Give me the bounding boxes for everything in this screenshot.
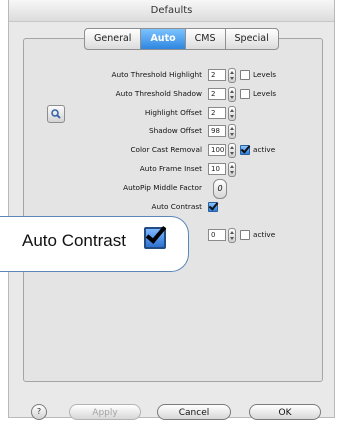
- auto-threshold-shadow-field[interactable]: 2: [208, 88, 226, 100]
- color-cast-removal-field[interactable]: 100: [208, 144, 226, 156]
- autopip-middle-factor-dial[interactable]: 0: [213, 179, 227, 199]
- color-cast-removal-stepper[interactable]: [228, 143, 236, 158]
- levels-shadow-label: Levels: [253, 89, 277, 98]
- cancel-button[interactable]: Cancel: [157, 404, 231, 420]
- highlight-offset-stepper[interactable]: [228, 106, 236, 121]
- tab-special[interactable]: Special: [226, 29, 278, 49]
- shadow-offset-stepper[interactable]: [228, 124, 236, 139]
- partial-active-label: active: [253, 230, 276, 239]
- help-button[interactable]: ?: [31, 404, 47, 420]
- magnified-auto-contrast-checkbox: [144, 227, 166, 249]
- partial-stepper[interactable]: [228, 228, 236, 243]
- row-auto-threshold-highlight: Auto Threshold Highlight 2 Levels: [24, 68, 322, 83]
- tab-bar: General Auto CMS Special: [84, 28, 279, 50]
- levels-highlight-checkbox[interactable]: [240, 70, 250, 80]
- tab-general[interactable]: General: [85, 29, 142, 49]
- tab-cms[interactable]: CMS: [186, 29, 226, 49]
- shadow-offset-field[interactable]: 98: [208, 125, 226, 137]
- magnified-auto-contrast-label: Auto Contrast: [22, 231, 126, 250]
- magnifier-callout: Auto Contrast: [0, 216, 189, 272]
- partial-active-checkbox[interactable]: [240, 230, 250, 240]
- apply-button[interactable]: Apply: [69, 404, 141, 420]
- auto-frame-inset-field[interactable]: 10: [208, 163, 226, 175]
- highlight-offset-label: Highlight Offset: [144, 108, 202, 117]
- row-auto-threshold-shadow: Auto Threshold Shadow 2 Levels: [24, 87, 322, 102]
- auto-settings-panel: Auto Threshold Highlight 2 Levels Auto T…: [23, 38, 323, 382]
- auto-threshold-highlight-stepper[interactable]: [228, 68, 236, 83]
- autopip-middle-factor-label: AutoPip Middle Factor: [123, 183, 202, 192]
- auto-threshold-shadow-stepper[interactable]: [228, 87, 236, 102]
- auto-threshold-shadow-label: Auto Threshold Shadow: [115, 89, 202, 98]
- levels-highlight-label: Levels: [253, 70, 277, 79]
- auto-frame-inset-stepper[interactable]: [228, 162, 236, 177]
- auto-contrast-checkbox[interactable]: [208, 202, 218, 212]
- shadow-offset-label: Shadow Offset: [148, 126, 202, 135]
- color-cast-active-label: active: [253, 145, 276, 154]
- ok-button[interactable]: OK: [249, 404, 321, 420]
- color-cast-active-checkbox[interactable]: [240, 145, 250, 155]
- color-cast-removal-label: Color Cast Removal: [130, 145, 202, 154]
- row-auto-contrast: Auto Contrast: [24, 201, 322, 215]
- tab-auto[interactable]: Auto: [141, 29, 186, 49]
- partial-field[interactable]: 0: [208, 229, 226, 241]
- question-icon: ?: [36, 407, 42, 416]
- defaults-window: Defaults General Auto CMS Special Auto T…: [8, 0, 335, 420]
- row-autopip-middle-factor: AutoPip Middle Factor 0: [24, 179, 322, 199]
- row-highlight-offset: Highlight Offset 2: [24, 106, 322, 121]
- row-shadow-offset: Shadow Offset 98: [24, 124, 322, 139]
- highlight-offset-field[interactable]: 2: [208, 107, 226, 119]
- auto-threshold-highlight-field[interactable]: 2: [208, 69, 226, 81]
- window-title: Defaults: [9, 0, 334, 22]
- row-auto-frame-inset: Auto Frame Inset 10: [24, 162, 322, 177]
- row-color-cast-removal: Color Cast Removal 100 active: [24, 143, 322, 158]
- auto-frame-inset-label: Auto Frame Inset: [139, 164, 202, 173]
- auto-contrast-label: Auto Contrast: [151, 202, 202, 211]
- auto-threshold-highlight-label: Auto Threshold Highlight: [111, 70, 202, 79]
- levels-shadow-checkbox[interactable]: [240, 89, 250, 99]
